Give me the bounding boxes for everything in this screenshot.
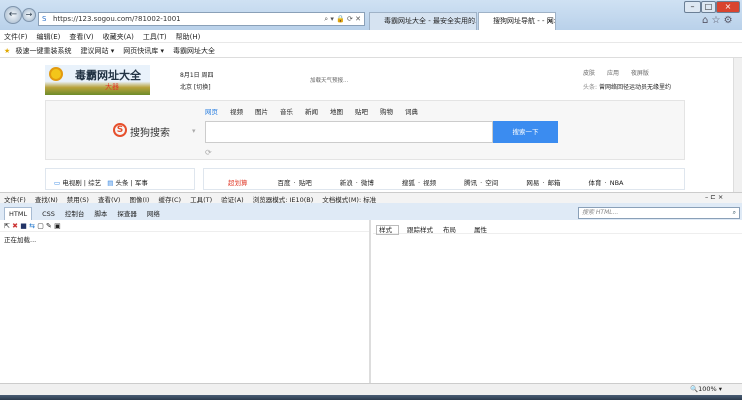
page-scrollbar[interactable] [733,58,742,192]
minimize-button[interactable]: – [684,1,701,13]
city[interactable]: 北京 [切换] [180,82,211,91]
menu-help[interactable]: 帮助(H) [176,33,201,41]
tab-duba[interactable]: 毒霸网址大全 - 最安全实用的... [369,12,477,30]
fav-link[interactable]: 建议网站 ▾ [81,47,115,55]
search-input[interactable] [205,121,493,143]
menu-tools[interactable]: 工具(T) [143,33,167,41]
fav-link[interactable]: 网页快讯库 ▾ [123,47,164,55]
devtools-toolbar: ⇱ ✖ ■ ⇆ ▢ ✎ ▣ [0,220,369,232]
menu-view[interactable]: 查看(V) [69,33,93,41]
headline[interactable]: 头条: 曾网络回径运动员无缘里约 [583,82,671,91]
close-tab-icon[interactable]: × [547,13,553,29]
style-pane: 样式 跟踪样式 布局 属性 [373,220,742,383]
html-tree-pane: ⇱ ✖ ■ ⇆ ▢ ✎ ▣ 正在加载... [0,220,371,383]
search-icon[interactable]: ⌕ [733,208,736,218]
site-links-card: 超划算 百度 · 贴吧 新浪 · 微博 搜狐 · 视频 腾讯 · 空间 网易 · 邮箱 体育… [203,168,685,190]
search-button[interactable]: 搜索一下 [493,121,558,143]
tab-console[interactable]: 控制台 [65,210,85,218]
favorites-bar: ★ 极速一键重装系统 建议网站 ▾ 网页快讯库 ▾ 毒霸网址大全 [0,43,742,58]
tab-profiler[interactable]: 探查器 [117,210,137,218]
forward-button[interactable]: → [22,8,36,22]
dom-icon[interactable]: ▣ [54,222,61,230]
engine-dropdown-icon[interactable]: ▾ [192,127,196,135]
sunflower-icon [49,67,63,81]
edit-icon[interactable]: ✎ [46,222,52,230]
sogou-logo-icon: S [113,123,127,137]
maximize-button[interactable]: □ [701,1,716,13]
news-icon: ▤ [107,179,114,187]
tab-sogou[interactable]: 搜狗网址导航 - - 网址大全,...× [478,12,556,30]
tab-html[interactable]: HTML [4,207,33,220]
refresh-dom-icon[interactable]: ⇆ [29,222,35,230]
word-wrap-icon[interactable]: ▢ [37,222,44,230]
home-star-gear-icons[interactable]: ⌂ ☆ ⚙ [702,15,733,26]
zoom-level[interactable]: 🔍100% ▾ [690,385,722,393]
tab-network[interactable]: 网络 [147,210,160,218]
menu-favorites[interactable]: 收藏夹(A) [103,33,134,41]
clear-icon[interactable]: ✖ [12,222,18,230]
menu-bar: 文件(F) 编辑(E) 查看(V) 收藏夹(A) 工具(T) 帮助(H) [0,30,742,43]
style-tabs: 样式 跟踪样式 布局 属性 [373,220,742,235]
search-tabs: 网页 视频 图片 音乐 新闻 地图 贴吧 购物 词典 [205,108,418,116]
html-search-input[interactable]: 搜索 HTML... ⌕ [578,207,740,219]
tv-icon: ▭ [54,179,61,187]
left-card: ▭ 电视剧 | 综艺 ▤ 头条 | 军事 [45,168,195,190]
devtools-menu-bar: 文件(F) 查找(N) 禁用(S) 查看(V) 图像(I) 缓存(C) 工具(T) 验证(A)… [0,192,742,204]
date: 8月1日 周四 [180,72,214,79]
status-bar: 🔍100% ▾ [0,383,742,395]
url-text: https://123.sogou.com/?81002-1001 [53,15,181,23]
top-links: 皮肤 应用 夜屏版 [583,70,649,77]
tab-script[interactable]: 脚本 [94,210,107,218]
favorites-star-icon[interactable]: ★ [4,47,10,55]
devtools-window-controls[interactable]: – ⊏ × [705,193,723,201]
fav-link[interactable]: 毒霸网址大全 [173,47,215,55]
logo: 毒霸网址大全 大器 [45,65,150,95]
close-button[interactable]: × [716,1,740,13]
title-bar: ← → S https://123.sogou.com/?81002-1001 … [0,0,742,30]
loading-text: 正在加载... [4,236,37,244]
search-lock-refresh-icons[interactable]: ⌕ ▾ 🔒 ⟳ ✕ [324,13,361,25]
select-element-icon[interactable]: ⇱ [4,222,10,230]
address-bar[interactable]: S https://123.sogou.com/?81002-1001 ⌕ ▾ … [38,12,365,26]
search-brand[interactable]: 搜狗搜索 [130,124,170,139]
taskbar [0,395,742,400]
back-button[interactable]: ← [4,6,22,24]
save-icon[interactable]: ■ [20,222,27,230]
menu-edit[interactable]: 编辑(E) [37,33,61,41]
menu-file[interactable]: 文件(F) [4,33,28,41]
tab-css[interactable]: CSS [42,210,55,218]
refresh-icon[interactable]: ⟳ [205,148,212,157]
fav-link[interactable]: 极速一键重装系统 [16,47,72,55]
site-icon: S [42,15,47,23]
weather: 加载天气预报... [310,78,349,84]
